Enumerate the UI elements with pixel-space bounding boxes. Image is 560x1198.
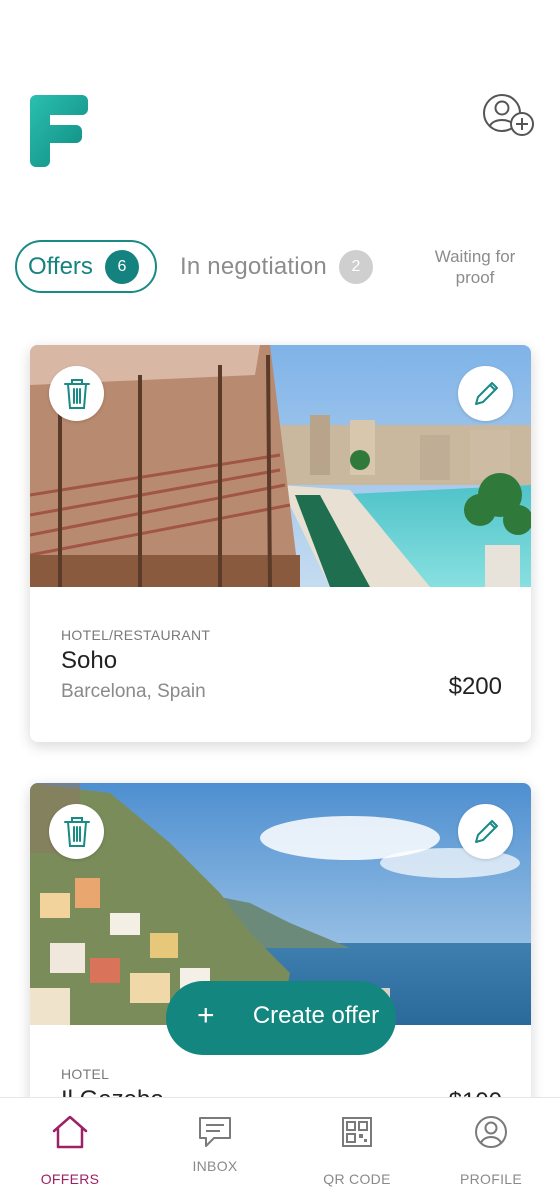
app-logo-icon[interactable] (30, 95, 88, 167)
delete-offer-button[interactable] (49, 804, 104, 859)
offer-image-rooftop-pool (30, 345, 531, 587)
plus-icon: + (197, 999, 215, 1032)
delete-offer-button[interactable] (49, 366, 104, 421)
offer-card[interactable]: HOTEL/RESTAURANT Soho Barcelona, Spain $… (30, 345, 531, 742)
pencil-icon (474, 381, 498, 405)
nav-item-offers[interactable]: OFFERS (0, 1098, 140, 1198)
tab-offers-count-badge: 6 (104, 249, 139, 284)
tab-offers-label: Offers (28, 252, 93, 280)
create-offer-button[interactable]: + Create offer (166, 981, 396, 1055)
qr-code-icon (342, 1117, 372, 1147)
offer-status-tabs: Offers 6 In negotiation 2 Waiting for pr… (15, 240, 545, 294)
tab-in-negotiation[interactable]: In negotiation 2 (180, 240, 373, 293)
tab-offers[interactable]: Offers 6 (15, 240, 157, 293)
offer-name: Soho (61, 647, 118, 674)
offer-category: HOTEL/RESTAURANT (61, 627, 211, 643)
create-offer-label: Create offer (252, 1002, 380, 1029)
nav-label: PROFILE (459, 1171, 522, 1187)
nav-label: QR CODE (323, 1171, 391, 1187)
offer-details: HOTEL/RESTAURANT Soho Barcelona, Spain $… (61, 627, 506, 703)
tab-in-negotiation-label: In negotiation (180, 252, 327, 280)
add-user-icon[interactable] (482, 93, 534, 137)
nav-item-profile[interactable]: PROFILE (421, 1098, 560, 1198)
trash-icon (63, 378, 90, 409)
nav-item-inbox[interactable]: INBOX (145, 1098, 285, 1198)
offer-category: HOTEL (61, 1066, 110, 1082)
bottom-navigation: OFFERS INBOX QR CODE PROFILE (0, 1097, 560, 1198)
home-icon (52, 1115, 88, 1149)
tab-waiting-for-proof[interactable]: Waiting for proof (415, 246, 535, 288)
trash-icon (63, 816, 90, 847)
offer-location: Barcelona, Spain (61, 681, 206, 702)
user-circle-icon (475, 1116, 507, 1148)
tab-in-negotiation-count-badge: 2 (338, 249, 373, 284)
edit-offer-button[interactable] (458, 804, 513, 859)
app-header (0, 0, 560, 220)
nav-item-qr-code[interactable]: QR CODE (287, 1098, 427, 1198)
edit-offer-button[interactable] (458, 366, 513, 421)
pencil-icon (474, 819, 498, 843)
nav-label: INBOX (192, 1158, 238, 1174)
offer-price: $200 (448, 673, 502, 700)
chat-icon (199, 1117, 231, 1147)
nav-label: OFFERS (40, 1171, 100, 1187)
